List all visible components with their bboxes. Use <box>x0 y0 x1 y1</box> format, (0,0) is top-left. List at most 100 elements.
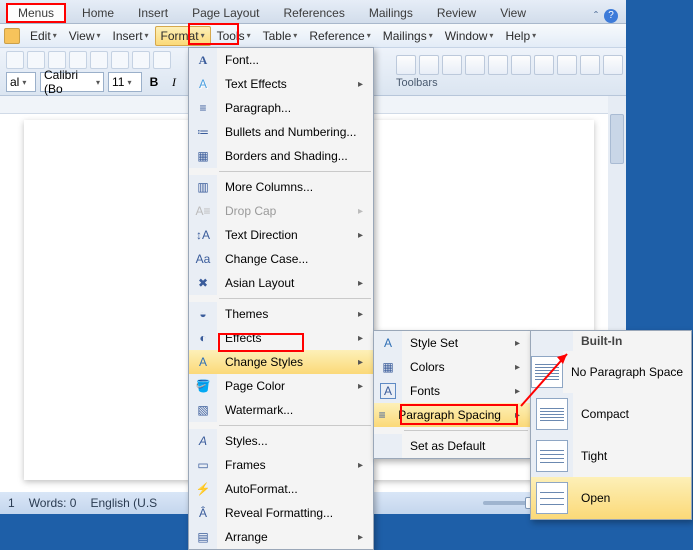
reveal-formatting-icon: Â <box>195 505 211 521</box>
tb-btn[interactable] <box>419 55 439 75</box>
paragraph-spacing-submenu: Built-In No Paragraph Space Compact Tigh… <box>530 330 692 520</box>
menu-item-bullets[interactable]: ≔Bullets and Numbering... <box>189 120 373 144</box>
tb-btn[interactable] <box>603 55 623 75</box>
tab-review[interactable]: Review <box>425 3 488 23</box>
menu-item-change-case[interactable]: AaChange Case... <box>189 247 373 271</box>
paste-button[interactable] <box>153 51 171 69</box>
ps-item-compact[interactable]: Compact <box>531 393 691 435</box>
menu-item-page-color[interactable]: 🪣Page Color▸ <box>189 374 373 398</box>
tab-menus[interactable]: Menus <box>6 3 66 23</box>
menu-view[interactable]: View▾ <box>63 26 107 46</box>
compact-preview-icon <box>536 398 568 430</box>
bold-button[interactable]: B <box>146 75 162 89</box>
autoformat-icon: ⚡ <box>195 481 211 497</box>
tab-references[interactable]: References <box>271 3 356 23</box>
menu-mailings[interactable]: Mailings▾ <box>377 26 439 46</box>
help-icon[interactable]: ? <box>604 9 618 23</box>
menu-tools[interactable]: Tools▾ <box>211 26 257 46</box>
style-combo[interactable]: al▾ <box>6 72 36 92</box>
open-button[interactable] <box>27 51 45 69</box>
menu-item-autoformat[interactable]: ⚡AutoFormat... <box>189 477 373 501</box>
style-set-icon: A <box>380 335 396 351</box>
styles-icon: A <box>195 433 211 449</box>
menu-window[interactable]: Window▾ <box>439 26 500 46</box>
watermark-icon: ▧ <box>195 402 211 418</box>
italic-button[interactable]: I <box>166 75 182 90</box>
tb-btn[interactable] <box>396 55 416 75</box>
open-preview-icon <box>536 482 568 514</box>
menu-help[interactable]: Help▾ <box>499 26 542 46</box>
tb-btn[interactable] <box>442 55 462 75</box>
menu-reference[interactable]: Reference▾ <box>303 26 376 46</box>
menu-item-more-columns[interactable]: ▥More Columns... <box>189 175 373 199</box>
menu-item-asian-layout[interactable]: ✖Asian Layout▸ <box>189 271 373 295</box>
effects-icon: ◐ <box>195 330 211 346</box>
tight-preview-icon <box>536 440 568 472</box>
colors-icon: ▦ <box>380 359 396 375</box>
print-button[interactable] <box>69 51 87 69</box>
submenu-item-style-set[interactable]: AStyle Set▸ <box>374 331 530 355</box>
text-direction-icon: ↕A <box>195 227 211 243</box>
new-button[interactable] <box>6 51 24 69</box>
menu-item-effects[interactable]: ◐Effects▸ <box>189 326 373 350</box>
menu-edit[interactable]: Edit▾ <box>24 26 63 46</box>
menu-item-font[interactable]: AFont... <box>189 48 373 72</box>
cut-button[interactable] <box>111 51 129 69</box>
menu-item-themes[interactable]: ◒Themes▸ <box>189 302 373 326</box>
submenu-item-fonts[interactable]: AFonts▸ <box>374 379 530 403</box>
font-combo[interactable]: Calibri (Bo▾ <box>40 72 104 92</box>
text-effects-icon: A <box>195 76 211 92</box>
menu-item-frames[interactable]: ▭Frames▸ <box>189 453 373 477</box>
font-size-combo[interactable]: 11▾ <box>108 72 142 92</box>
menu-format[interactable]: Format▾ <box>155 26 211 46</box>
tab-insert[interactable]: Insert <box>126 3 180 23</box>
tb-btn[interactable] <box>580 55 600 75</box>
font-icon: A <box>195 52 211 68</box>
menu-item-text-effects[interactable]: AText Effects▸ <box>189 72 373 96</box>
format-menu: AFont... AText Effects▸ ≡Paragraph... ≔B… <box>188 47 374 550</box>
change-styles-icon: A <box>195 354 211 370</box>
copy-button[interactable] <box>132 51 150 69</box>
menu-table[interactable]: Table▾ <box>257 26 304 46</box>
file-button[interactable] <box>4 28 20 44</box>
tab-mailings[interactable]: Mailings <box>357 3 425 23</box>
ps-item-tight[interactable]: Tight <box>531 435 691 477</box>
change-case-icon: Aa <box>195 251 211 267</box>
submenu-item-set-default[interactable]: Set as Default <box>374 434 530 458</box>
dropcap-icon: A≡ <box>195 203 211 219</box>
ps-item-no-spacing[interactable]: No Paragraph Space <box>531 351 691 393</box>
menu-item-styles[interactable]: AStyles... <box>189 429 373 453</box>
tab-home[interactable]: Home <box>70 3 126 23</box>
tb-btn[interactable] <box>557 55 577 75</box>
menu-item-watermark[interactable]: ▧Watermark... <box>189 398 373 422</box>
tab-view[interactable]: View <box>488 3 538 23</box>
ps-heading: Built-In <box>531 331 691 351</box>
preview-button[interactable] <box>90 51 108 69</box>
menu-item-paragraph[interactable]: ≡Paragraph... <box>189 96 373 120</box>
tab-page-layout[interactable]: Page Layout <box>180 3 271 23</box>
tb-btn[interactable] <box>534 55 554 75</box>
tb-btn[interactable] <box>511 55 531 75</box>
submenu-item-colors[interactable]: ▦Colors▸ <box>374 355 530 379</box>
change-styles-submenu: AStyle Set▸ ▦Colors▸ AFonts▸ ≡Paragraph … <box>373 330 531 459</box>
arrange-icon: ▤ <box>195 529 211 545</box>
tb-btn[interactable] <box>488 55 508 75</box>
minimize-ribbon-icon[interactable]: ˆ <box>594 9 598 23</box>
tb-btn[interactable] <box>465 55 485 75</box>
page-color-icon: 🪣 <box>195 378 211 394</box>
menu-insert[interactable]: Insert▾ <box>107 26 155 46</box>
save-button[interactable] <box>48 51 66 69</box>
toolbars-label: Toolbars <box>396 77 438 89</box>
themes-icon: ◒ <box>195 306 211 322</box>
ps-item-open[interactable]: Open <box>531 477 691 519</box>
status-page[interactable]: 1 <box>8 496 15 510</box>
menu-item-arrange[interactable]: ▤Arrange▸ <box>189 525 373 549</box>
menu-item-text-direction[interactable]: ↕AText Direction▸ <box>189 223 373 247</box>
submenu-item-paragraph-spacing[interactable]: ≡Paragraph Spacing▸ <box>374 403 530 427</box>
borders-icon: ▦ <box>195 148 211 164</box>
status-language[interactable]: English (U.S <box>90 496 157 510</box>
status-words[interactable]: Words: 0 <box>29 496 77 510</box>
menu-item-borders[interactable]: ▦Borders and Shading... <box>189 144 373 168</box>
menu-item-change-styles[interactable]: AChange Styles▸ <box>189 350 373 374</box>
menu-item-reveal-formatting[interactable]: ÂReveal Formatting... <box>189 501 373 525</box>
